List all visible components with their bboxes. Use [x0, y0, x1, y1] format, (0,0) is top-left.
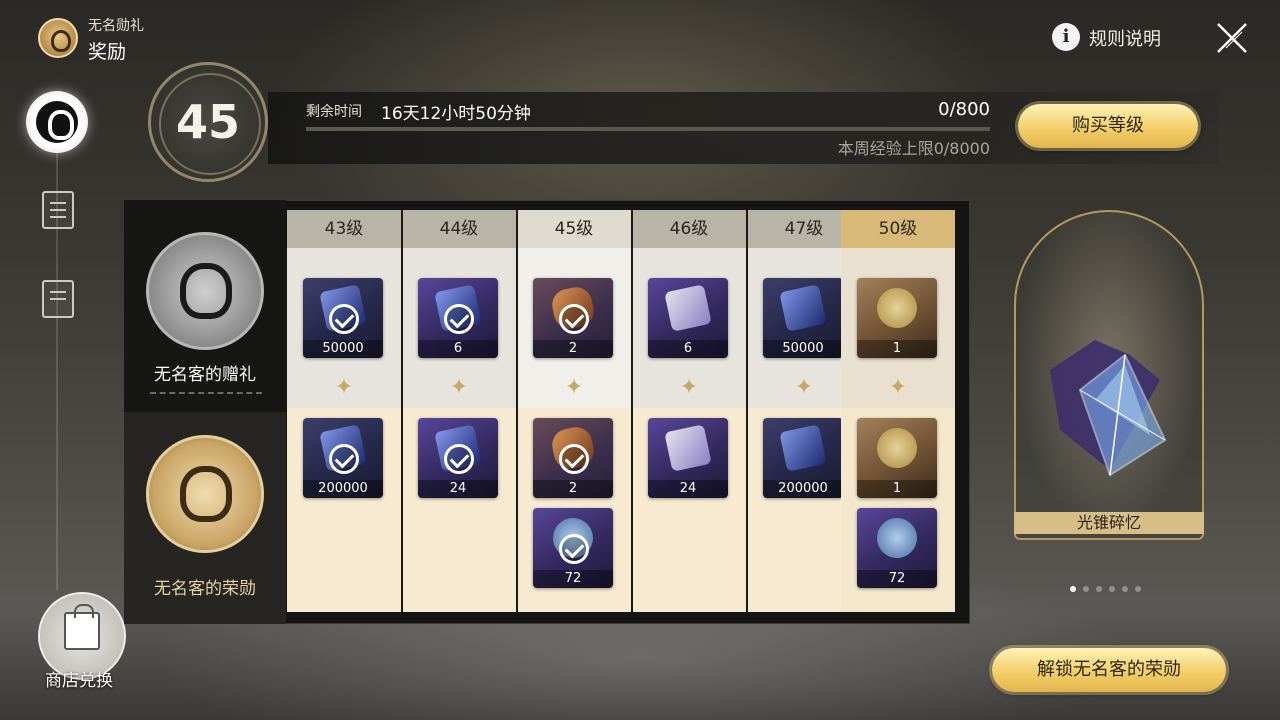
level-header: 45级 — [517, 210, 631, 248]
crystal-lantern-icon — [664, 284, 712, 332]
column-separator — [401, 210, 403, 612]
pass-ticket-icon — [779, 424, 827, 472]
star-divider-icon: ✦ — [564, 375, 584, 400]
sidebar-item-details[interactable] — [42, 280, 74, 318]
gold-trophy-icon — [873, 424, 921, 472]
crystal-lantern-icon — [664, 424, 712, 472]
gold-trophy-icon — [873, 284, 921, 332]
light-cone-fragment-icon — [1050, 340, 1167, 477]
info-icon[interactable]: i — [1052, 23, 1080, 51]
claimed-check-icon — [559, 534, 589, 564]
item-count: 24 — [648, 480, 728, 498]
item-count: 6 — [418, 340, 498, 358]
item-count: 72 — [533, 570, 613, 588]
item-count: 50000 — [303, 340, 383, 358]
pagination-dot[interactable] — [1083, 586, 1089, 592]
clipboard-icon — [50, 202, 66, 204]
shop-exchange-label[interactable]: 商店兑换 — [45, 666, 113, 691]
reward-item[interactable]: 50000 — [763, 278, 843, 358]
star-divider-icon: ✦ — [334, 375, 354, 400]
reward-item[interactable]: 1 — [857, 418, 937, 498]
item-count: 1 — [857, 340, 937, 358]
star-divider-icon: ✦ — [449, 375, 469, 400]
column-separator — [631, 210, 633, 612]
header-subtitle: 无名勋礼 — [88, 18, 144, 34]
reward-item[interactable]: 24 — [418, 418, 498, 498]
reward-item[interactable]: 72 — [857, 508, 937, 588]
star-divider-icon: ✦ — [679, 375, 699, 400]
level-header: 44级 — [402, 210, 516, 248]
level-header: 46级 — [632, 210, 746, 248]
star-divider-icon: ✦ — [888, 375, 908, 400]
search-document-icon — [50, 291, 66, 293]
pagination-dot[interactable] — [1096, 586, 1102, 592]
pagination-dot[interactable] — [1135, 586, 1141, 592]
reward-item[interactable]: 24 — [648, 418, 728, 498]
exp-value: 0/800 — [938, 99, 990, 120]
reward-column: 43级 ✦ 50000 200000 — [287, 210, 401, 612]
free-track-emblem — [146, 232, 264, 350]
track-divider — [150, 392, 262, 394]
remaining-time-value: 16天12小时50分钟 — [381, 104, 531, 124]
close-icon[interactable] — [1214, 20, 1250, 56]
reward-column: 50级 ✦ 1 1 72 — [841, 210, 955, 612]
page-title: 奖励 — [88, 41, 127, 63]
rules-button[interactable]: 规则说明 — [1089, 25, 1161, 51]
reward-item[interactable]: 200000 — [763, 418, 843, 498]
claimed-check-icon — [329, 304, 359, 334]
item-count: 24 — [418, 480, 498, 498]
rewards-emblem-icon — [36, 101, 78, 143]
sidebar-item-missions[interactable] — [42, 191, 74, 229]
weekly-exp-cap: 本周经验上限0/8000 — [837, 139, 990, 158]
reward-item[interactable]: 1 — [857, 278, 937, 358]
claimed-check-icon — [444, 444, 474, 474]
item-count: 72 — [857, 570, 937, 588]
item-count: 2 — [533, 480, 613, 498]
item-count: 2 — [533, 340, 613, 358]
free-track-name: 无名客的赠礼 — [154, 365, 256, 385]
reward-column: 44级 ✦ 6 24 — [402, 210, 516, 612]
pagination-dot[interactable] — [1109, 586, 1115, 592]
reward-item[interactable]: 2 — [533, 278, 613, 358]
reward-column: 46级 ✦ 6 24 — [632, 210, 746, 612]
column-separator — [516, 210, 518, 612]
paid-track-emblem — [146, 435, 264, 553]
star-divider-icon: ✦ — [794, 375, 814, 400]
item-count: 6 — [648, 340, 728, 358]
shopping-bag-icon — [64, 604, 100, 650]
unlock-honor-button[interactable]: 解锁无名客的荣勋 — [992, 648, 1226, 692]
item-count: 1 — [857, 480, 937, 498]
paid-track-name: 无名客的荣勋 — [154, 579, 256, 599]
claimed-check-icon — [329, 444, 359, 474]
nameless-honor-logo — [38, 18, 78, 58]
current-level: 45 — [175, 95, 240, 149]
claimed-check-icon — [559, 304, 589, 334]
pagination-dot[interactable] — [1070, 586, 1076, 592]
preview-pagination[interactable] — [1070, 586, 1141, 594]
reward-item[interactable]: 72 — [533, 508, 613, 588]
item-count: 50000 — [763, 340, 843, 358]
reward-item[interactable]: 2 — [533, 418, 613, 498]
reward-item[interactable]: 50000 — [303, 278, 383, 358]
exp-progress-bar — [306, 127, 990, 131]
level-header: 43级 — [287, 210, 401, 248]
claimed-check-icon — [444, 304, 474, 334]
pass-ticket-icon — [779, 284, 827, 332]
level-header: 50级 — [841, 210, 955, 248]
remaining-time-label: 剩余时间 — [306, 104, 362, 120]
reward-column: 45级 ✦ 2 2 72 — [517, 210, 631, 612]
item-count: 200000 — [303, 480, 383, 498]
pagination-dot[interactable] — [1122, 586, 1128, 592]
item-count: 200000 — [763, 480, 843, 498]
buy-level-button[interactable]: 购买等级 — [1018, 104, 1198, 148]
preview-item-name: 光锥碎忆 — [1076, 513, 1141, 532]
claimed-check-icon — [559, 444, 589, 474]
reward-item[interactable]: 6 — [648, 278, 728, 358]
ember-bottle-icon — [873, 514, 921, 562]
reward-item[interactable]: 200000 — [303, 418, 383, 498]
reward-item[interactable]: 6 — [418, 278, 498, 358]
column-separator — [746, 210, 748, 612]
sidebar-item-rewards[interactable] — [26, 91, 88, 153]
